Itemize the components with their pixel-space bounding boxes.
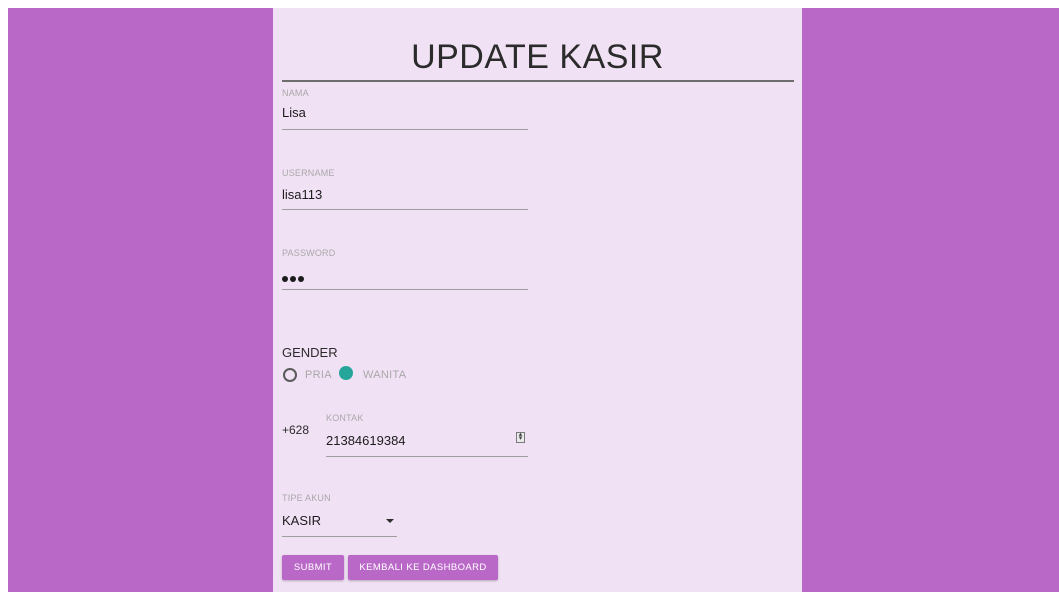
radio-pria[interactable] [283, 368, 297, 382]
kontak-input[interactable]: 21384619384 [326, 433, 406, 448]
password-underline [282, 289, 528, 290]
nama-input[interactable]: Lisa [282, 105, 306, 120]
kontak-label: KONTAK [326, 413, 364, 423]
page-title: UPDATE KASIR [411, 38, 664, 76]
username-label: USERNAME [282, 168, 335, 178]
kontak-field[interactable]: KONTAK 21384619384 [326, 413, 528, 459]
tipe-akun-field[interactable]: TIPE AKUN KASIR [282, 493, 397, 537]
nama-label: NAMA [282, 88, 309, 98]
gender-label: GENDER [282, 345, 338, 360]
password-field[interactable]: PASSWORD [282, 248, 528, 292]
password-label: PASSWORD [282, 248, 336, 258]
phone-prefix: +628 [282, 423, 310, 437]
title-divider [282, 80, 794, 82]
caret-down-icon[interactable] [386, 519, 394, 523]
radio-wanita[interactable] [339, 366, 353, 380]
password-mask-dot [298, 276, 304, 282]
radio-pria-label[interactable]: PRIA [305, 369, 332, 381]
radio-wanita-label[interactable]: WANITA [363, 369, 406, 381]
form-card: UPDATE KASIR NAMA Lisa USERNAME lisa113 … [273, 8, 802, 592]
password-mask-dot [282, 276, 288, 282]
username-underline [282, 209, 528, 210]
username-input[interactable]: lisa113 [282, 187, 322, 202]
password-input[interactable] [282, 270, 306, 285]
nama-underline [282, 129, 528, 130]
tipe-akun-select[interactable]: KASIR [282, 513, 321, 528]
back-to-dashboard-button[interactable]: KEMBALI KE DASHBOARD [348, 555, 498, 580]
kontak-underline [326, 456, 528, 457]
username-field[interactable]: USERNAME lisa113 [282, 168, 528, 212]
tipe-akun-label: TIPE AKUN [282, 493, 331, 503]
tipe-akun-underline [282, 536, 397, 537]
password-mask-dot [290, 276, 296, 282]
spinner-icon[interactable]: ▴ ▾ [516, 431, 525, 443]
nama-field[interactable]: NAMA Lisa [282, 88, 528, 132]
submit-button[interactable]: SUBMIT [282, 555, 344, 580]
